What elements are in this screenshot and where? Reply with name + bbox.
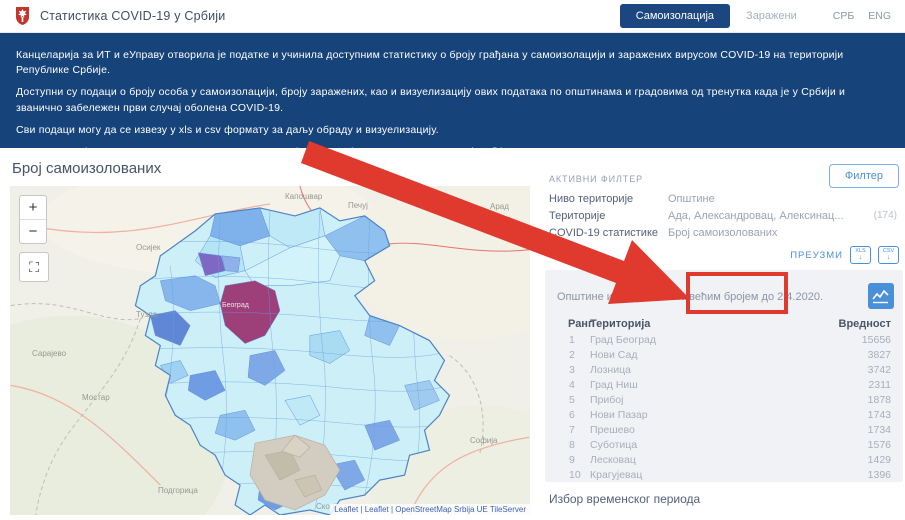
column-header-rank: Ранг — [568, 318, 593, 330]
header-nav: Самоизолација Заражени СРБ ENG — [620, 4, 891, 28]
lang-srb-button[interactable]: СРБ — [833, 10, 854, 22]
table-row: 8Суботица1576 — [545, 439, 903, 454]
covid-dashboard: Статистика COVID-19 у Србији Самоизолаци… — [0, 0, 905, 520]
column-header-value: Вредност — [839, 318, 892, 330]
lang-eng-button[interactable]: ENG — [868, 10, 891, 22]
table-row: 3Лозница3742 — [545, 364, 903, 379]
info-banner: Канцеларија за ИТ и еУправу отворила је … — [0, 33, 905, 148]
filter-row-label: Ниво територије — [549, 193, 633, 205]
filter-row-value: Ада, Александровац, Алексинац... — [668, 210, 844, 222]
banner-paragraph: Доступни су подаци о броју особа у самои… — [16, 85, 889, 115]
map-section-title: Број самоизолованих — [12, 160, 161, 177]
banner-paragraph: Канцеларија за ИТ и еУправу отворила је … — [16, 48, 889, 78]
line-chart-icon — [872, 287, 890, 305]
table-row: 7Прешево1734 — [545, 424, 903, 439]
filter-row-value: Број самоизолованих — [668, 227, 777, 239]
serbia-choropleth-map — [10, 186, 530, 515]
download-csv-button[interactable]: CSV ↓ — [878, 246, 899, 264]
time-period-label: Избор временског периода — [549, 492, 700, 506]
filter-row-value: Општине — [668, 193, 715, 205]
tab-infected[interactable]: Заражени — [746, 10, 797, 22]
filter-row-label: Територије — [549, 210, 605, 222]
table-row: 9Лесковац1429 — [545, 454, 903, 469]
header-brand: Статистика COVID-19 у Србији — [14, 6, 225, 26]
download-xls-button[interactable]: XLS ↓ — [850, 246, 871, 264]
table-row: 1Град Београд15656 — [545, 334, 903, 349]
map-attribution[interactable]: Leaflet | Leaflet | OpenStreetMap Srbija… — [330, 504, 530, 515]
filter-row-label: COVID-19 статистике — [549, 227, 658, 239]
page-title: Статистика COVID-19 у Србији — [40, 9, 225, 23]
table-row: 10Крагујевац1396 — [545, 469, 903, 484]
map-controls: + − ⛶ — [19, 195, 49, 282]
territory-count: (174) — [874, 210, 897, 221]
table-row: 2Нови Сад3827 — [545, 349, 903, 364]
zoom-out-button[interactable]: − — [20, 220, 46, 243]
download-arrow-icon: ↓ — [887, 255, 891, 261]
app-header: Статистика COVID-19 у Србији Самоизолаци… — [0, 0, 905, 33]
banner-paragraph: Сви подаци могу да се извезу у xls и csv… — [16, 123, 889, 138]
coat-of-arms-icon — [14, 6, 31, 26]
chart-view-button[interactable] — [868, 283, 894, 309]
banner-paragraph: Позивамо грађане да користе ове податке … — [16, 145, 889, 160]
zoom-in-button[interactable]: + — [20, 196, 46, 220]
filter-button[interactable]: Филтер — [829, 164, 899, 188]
ranking-card: Општине и градови са највећим бројем до … — [545, 270, 903, 482]
ranking-card-title: Општине и градови са највећим бројем до … — [557, 291, 823, 303]
download-label[interactable]: ПРЕУЗМИ — [790, 250, 843, 261]
table-row: 4Град Ниш2311 — [545, 379, 903, 394]
tab-self-isolation[interactable]: Самоизолација — [620, 4, 730, 28]
table-row: 5Прибој1878 — [545, 394, 903, 409]
active-filter-label: АКТИВНИ ФИЛТЕР — [549, 174, 643, 184]
fullscreen-button[interactable]: ⛶ — [19, 252, 49, 282]
column-header-territory: Територија — [590, 318, 650, 330]
leaflet-map[interactable]: Капошвар Печуј Сегедин Арад Осијек Тузла… — [10, 186, 530, 515]
download-arrow-icon: ↓ — [859, 255, 863, 261]
table-row: 6Нови Пазар1743 — [545, 409, 903, 424]
download-row: ПРЕУЗМИ XLS ↓ CSV ↓ — [790, 246, 899, 264]
